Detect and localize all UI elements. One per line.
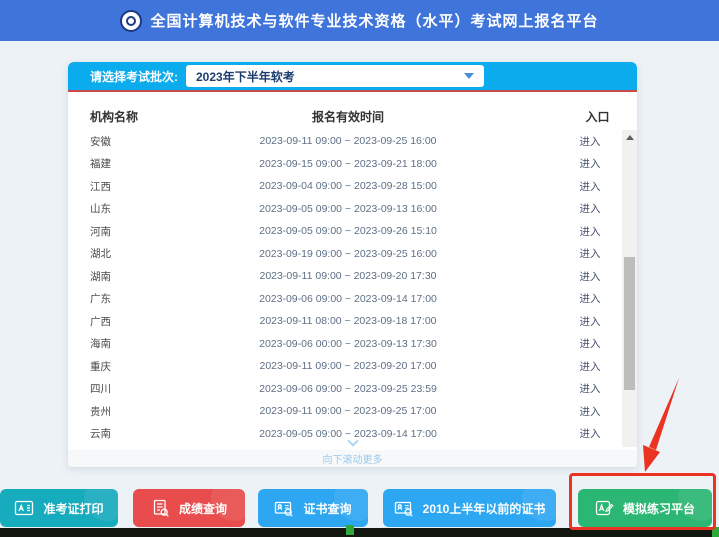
table-row: 云南 2023-09-05 09:00 ~ 2023-09-14 17:00 进… [68,423,622,446]
page-title: 全国计算机技术与软件专业技术资格（水平）考试网上报名平台 [150,13,599,30]
cell-time: 2023-09-11 08:00 ~ 2023-09-18 17:00 [259,315,437,328]
batch-select-label: 请选择考试批次: [90,69,178,84]
cell-time: 2023-09-11 09:00 ~ 2023-09-25 17:00 [259,405,437,418]
table-row: 江西 2023-09-04 09:00 ~ 2023-09-28 15:00 进… [68,175,622,198]
entry-link[interactable]: 进入 [580,336,601,351]
score-query-button[interactable]: 成绩查询 [133,489,245,527]
cell-time: 2023-09-06 09:00 ~ 2023-09-25 23:59 [259,382,437,395]
triangle-up-icon [625,135,634,140]
column-header-org: 机构名称 [90,109,139,124]
practice-platform-button[interactable]: 模拟练习平台 [578,489,712,527]
cell-org-name: 福建 [90,158,111,171]
button-label: 模拟练习平台 [622,501,695,516]
cell-time: 2023-09-11 09:00 ~ 2023-09-20 17:30 [259,270,437,283]
entry-link[interactable]: 进入 [580,359,601,374]
bottom-bar [0,528,719,537]
table-row: 湖南 2023-09-11 09:00 ~ 2023-09-20 17:30 进… [68,265,622,288]
cell-time: 2023-09-06 09:00 ~ 2023-09-14 17:00 [259,292,437,305]
certificate-search-icon [274,499,294,518]
table-row: 四川 2023-09-06 09:00 ~ 2023-09-25 23:59 进… [68,378,622,401]
table-row: 安徽 2023-09-11 09:00 ~ 2023-09-25 16:00 进… [68,130,622,153]
cell-time: 2023-09-11 09:00 ~ 2023-09-25 16:00 [259,135,437,148]
cell-org-name: 广东 [90,293,111,306]
entry-link[interactable]: 进入 [580,156,601,171]
table-row: 福建 2023-09-15 09:00 ~ 2023-09-21 18:00 进… [68,153,622,176]
batch-filter-bar: 请选择考试批次: 2023年下半年软考 [68,62,637,90]
bottom-bar-right-marker [712,527,719,537]
column-header-entry: 入口 [585,109,610,124]
button-label: 准考证打印 [43,501,104,516]
entry-link[interactable]: 进入 [580,201,601,216]
chevron-down-icon [464,73,474,79]
cell-org-name: 海南 [90,338,111,351]
app-header: 全国计算机技术与软件专业技术资格（水平）考试网上报名平台 [0,0,719,41]
table-row: 山东 2023-09-05 09:00 ~ 2023-09-13 16:00 进… [68,198,622,221]
entry-link[interactable]: 进入 [580,269,601,284]
cell-org-name: 湖北 [90,248,111,261]
cell-org-name: 云南 [90,428,111,441]
table-row: 广东 2023-09-06 09:00 ~ 2023-09-14 17:00 进… [68,288,622,311]
cell-org-name: 贵州 [90,405,111,418]
column-header-time: 报名有效时间 [311,109,384,124]
table-row: 海南 2023-09-06 00:00 ~ 2023-09-13 17:30 进… [68,333,622,356]
cell-org-name: 四川 [90,383,111,396]
entry-link[interactable]: 进入 [580,404,601,419]
selected-batch-value: 2023年下半年软考 [196,69,295,84]
cell-org-name: 河南 [90,225,111,238]
entry-link[interactable]: 进入 [580,246,601,261]
entry-link[interactable]: 进入 [580,381,601,396]
table-row: 贵州 2023-09-11 09:00 ~ 2023-09-25 17:00 进… [68,400,622,423]
certificate-search-icon [394,499,414,518]
table-header-row: 机构名称 报名有效时间 入口 [68,102,637,130]
cell-org-name: 安徽 [90,135,111,148]
cell-time: 2023-09-06 00:00 ~ 2023-09-13 17:30 [259,337,437,350]
entry-link[interactable]: 进入 [580,224,601,239]
divider-line [68,90,637,92]
cell-org-name: 重庆 [90,360,111,373]
exam-registration-page: 全国计算机技术与软件专业技术资格（水平）考试网上报名平台 请选择考试批次: 20… [0,0,719,537]
registration-panel: 请选择考试批次: 2023年下半年软考 机构名称 报名有效时间 入口 安徽 20… [68,62,637,467]
cell-time: 2023-09-04 09:00 ~ 2023-09-28 15:00 [259,180,437,193]
cell-org-name: 湖南 [90,270,111,283]
table-row: 重庆 2023-09-11 09:00 ~ 2023-09-20 17:00 进… [68,355,622,378]
score-search-icon [151,499,170,518]
cell-time: 2023-09-11 09:00 ~ 2023-09-20 17:00 [259,360,437,373]
admission-card-icon [14,499,34,517]
cell-time: 2023-09-15 09:00 ~ 2023-09-21 18:00 [259,157,437,170]
cell-org-name: 江西 [90,180,111,193]
cell-time: 2023-09-05 09:00 ~ 2023-09-13 16:00 [259,202,437,215]
table-row: 湖北 2023-09-19 09:00 ~ 2023-09-25 16:00 进… [68,243,622,266]
cell-time: 2023-09-05 09:00 ~ 2023-09-14 17:00 [259,427,437,440]
cell-time: 2023-09-05 09:00 ~ 2023-09-26 15:10 [259,225,437,238]
exam-batch-select[interactable]: 2023年下半年软考 [186,65,484,87]
table-body: 安徽 2023-09-11 09:00 ~ 2023-09-25 16:00 进… [68,130,622,445]
cell-time: 2023-09-19 09:00 ~ 2023-09-25 16:00 [259,247,437,260]
table-row: 河南 2023-09-05 09:00 ~ 2023-09-26 15:10 进… [68,220,622,243]
scrollbar-track[interactable] [622,130,637,447]
certificate-query-button[interactable]: 证书查询 [258,489,368,527]
entry-link[interactable]: 进入 [580,314,601,329]
platform-emblem-icon [120,9,143,32]
button-label: 成绩查询 [178,501,227,516]
pre-2010-certificates-button[interactable]: 2010上半年以前的证书 [383,489,556,527]
cell-org-name: 山东 [90,203,111,216]
scrollbar-thumb[interactable] [624,257,635,390]
entry-link[interactable]: 进入 [580,179,601,194]
print-admission-ticket-button[interactable]: 准考证打印 [0,489,118,527]
scroll-up-button[interactable] [622,130,637,145]
bottom-bar-marker [346,525,354,535]
scroll-more-hint: 向下滚动更多 [68,450,637,467]
practice-edit-icon [595,499,614,518]
table-row: 广西 2023-09-11 08:00 ~ 2023-09-18 17:00 进… [68,310,622,333]
button-label: 证书查询 [303,501,352,516]
entry-link[interactable]: 进入 [580,134,601,149]
cell-org-name: 广西 [90,315,111,328]
entry-link[interactable]: 进入 [580,426,601,441]
entry-link[interactable]: 进入 [580,291,601,306]
button-label: 2010上半年以前的证书 [422,501,546,516]
